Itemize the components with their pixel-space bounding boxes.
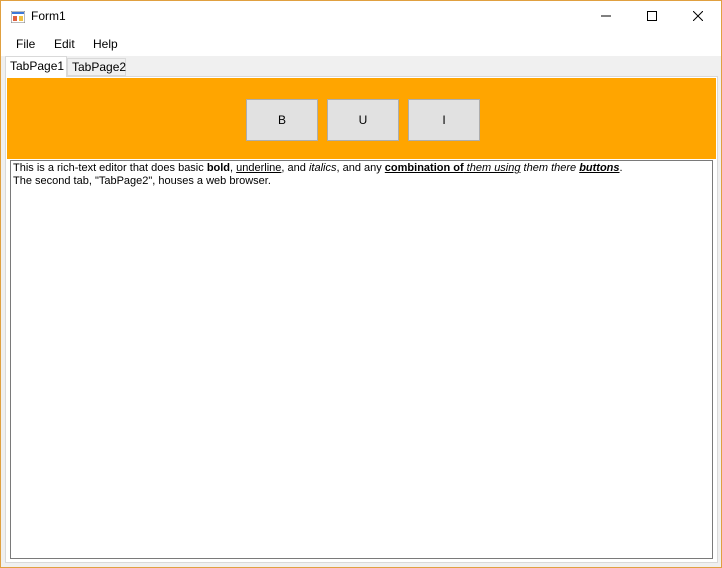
tab-page2[interactable]: TabPage2 [67, 58, 126, 76]
text-run: . [619, 162, 623, 174]
underlined-text: underline [236, 162, 282, 174]
maximize-icon [647, 8, 657, 26]
format-toolbar: B U I [7, 78, 716, 159]
app-icon [10, 10, 26, 24]
menu-help[interactable]: Help [93, 37, 118, 51]
menu-edit[interactable]: Edit [54, 37, 75, 51]
minimize-button[interactable] [583, 1, 629, 32]
italic-text: them there [520, 162, 580, 174]
italic-underlined-text: them using [463, 162, 521, 174]
menu-file[interactable]: File [16, 37, 35, 51]
text-run: , and [281, 162, 309, 174]
text-run: , and any [336, 162, 385, 174]
minimize-icon [601, 8, 611, 26]
underline-button[interactable]: U [327, 99, 399, 141]
close-button[interactable] [675, 1, 721, 32]
rich-text-editor[interactable]: This is a rich-text editor that does bas… [10, 160, 713, 559]
text-run: This is a rich-text editor that does bas… [13, 162, 207, 174]
menu-bar: File Edit Help [1, 32, 721, 56]
bold-text: bold [206, 162, 231, 174]
tab-strip: TabPage1 TabPage2 [1, 56, 721, 77]
close-icon [692, 8, 704, 26]
bold-button[interactable]: B [246, 99, 318, 141]
title-bar[interactable]: Form1 [1, 1, 721, 32]
bold-italic-underlined-text: buttons [579, 162, 620, 174]
main-window: Form1 File Edit Help TabPage1 TabPage2 B… [0, 0, 722, 568]
tab-page1[interactable]: TabPage1 [5, 56, 67, 77]
tab-page1-panel: B U I This is a rich-text editor that do… [5, 76, 718, 563]
window-title: Form1 [31, 9, 66, 23]
italic-button[interactable]: I [408, 99, 480, 141]
editor-line-2: The second tab, "TabPage2", houses a web… [13, 175, 271, 187]
italic-text: italics [308, 162, 337, 174]
editor-line-1: This is a rich-text editor that does bas… [13, 162, 710, 175]
maximize-button[interactable] [629, 1, 675, 32]
bold-underlined-text: combination of [384, 162, 464, 174]
